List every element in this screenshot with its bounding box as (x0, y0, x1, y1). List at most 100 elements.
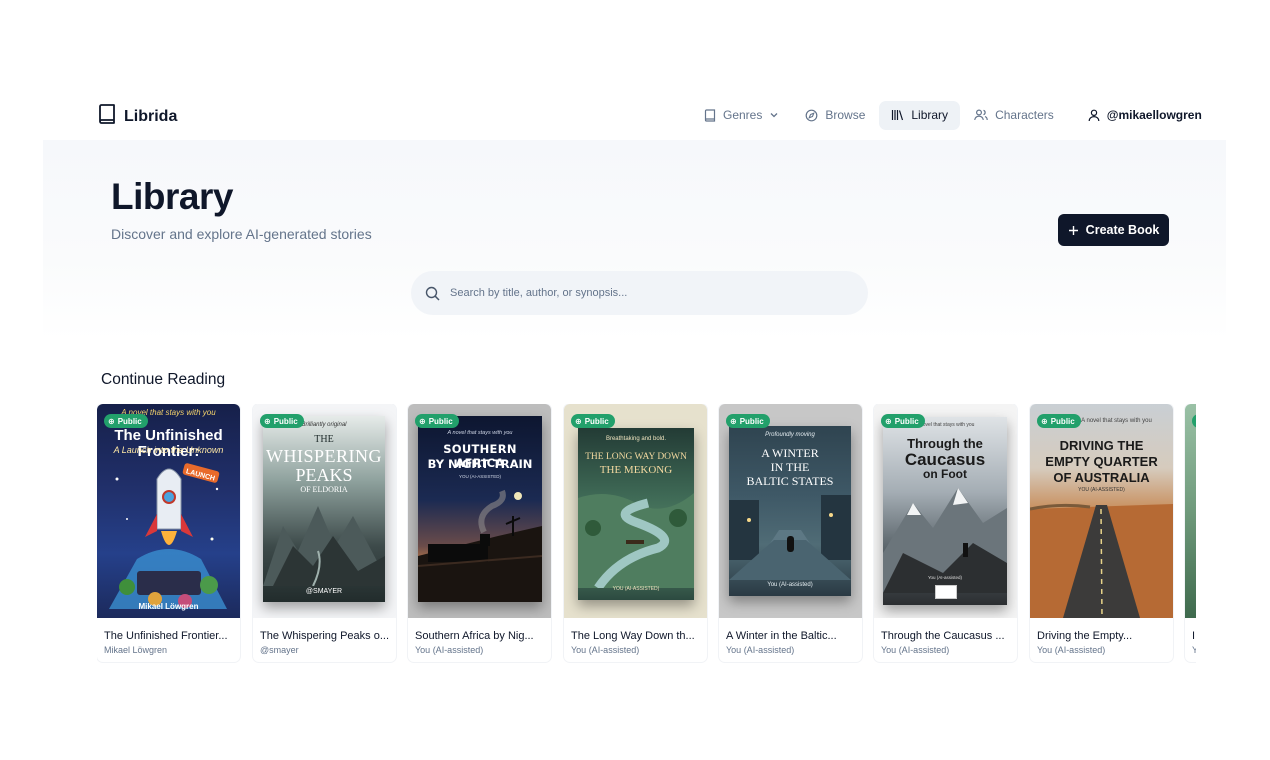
book-title: I (1192, 630, 1196, 642)
library-icon (892, 110, 904, 121)
cover-author: You (AI-assisted) (927, 575, 963, 580)
cover-quote: Breathtaking and bold. (605, 436, 667, 442)
book-cover: ⊕ Public A novel that stays with you Thro… (874, 404, 1017, 618)
create-book-button[interactable]: Create Book (1058, 214, 1169, 246)
book-card[interactable]: ⊕ Public A novel that stays with you The … (97, 404, 240, 662)
username: @mikaellowgren (1106, 108, 1202, 122)
plus-icon (1068, 225, 1078, 235)
nav-library[interactable]: Library (879, 100, 961, 130)
compass-icon (805, 109, 818, 121)
brand-logo[interactable]: Librida (98, 104, 177, 129)
book-cover: ⊕ Public A novel that stays with you DRIV… (1030, 404, 1173, 618)
book-cover: ⊕ Public Breathtaking and bold. THE LONG … (564, 404, 707, 618)
cover-author: You (AI-assisted) (767, 582, 813, 588)
cover-title-3: BALTIC STATES (746, 474, 834, 488)
public-badge: ⊕Public (260, 414, 304, 428)
public-badge: ⊕Public (726, 414, 770, 428)
nav-library-label: Library (911, 108, 949, 122)
cover-quote: A novel that stays with you (447, 430, 513, 436)
cover-title-2: THE MEKONG (599, 464, 673, 476)
book-card[interactable]: ⊕ Public A novel that stays with you SOUT… (408, 404, 551, 662)
nav-genres[interactable]: Genres (692, 101, 791, 130)
book-title: Southern Africa by Nig... (415, 630, 534, 642)
cover-author: YOU (AI-ASSISTED) (612, 586, 660, 592)
globe-icon: ⊕ (419, 416, 426, 426)
cover-title-1: Through the (907, 436, 983, 451)
barcode-icon (935, 585, 957, 599)
chevron-down-icon (770, 113, 778, 118)
globe-icon: ⊕ (730, 416, 737, 426)
book-cover: ⊕Public (1185, 404, 1196, 618)
book-icon (704, 108, 716, 122)
search-icon (425, 286, 440, 301)
book-title: The Unfinished Frontier... (104, 630, 228, 642)
cover-title-4: OF ELDORIA (300, 485, 348, 494)
user-icon (1088, 109, 1100, 121)
book-author: You (AI-assisted) (881, 645, 950, 655)
book-author: You (AI-assisted) (1037, 645, 1106, 655)
book-card[interactable]: ⊕ Public A novel that stays with you Thro… (874, 404, 1017, 662)
book-title: Driving the Empty... (1037, 630, 1133, 642)
book-cover: ⊕ Public A novel that stays with you The … (97, 404, 240, 618)
book-title: The Long Way Down th... (571, 630, 695, 642)
page-subtitle: Discover and explore AI-generated storie… (111, 226, 372, 242)
cover-title-2: WHISPERING (266, 446, 382, 466)
globe-icon: ⊕ (575, 416, 582, 426)
cover-title-2: IN THE (770, 460, 810, 474)
public-badge: ⊕Public (1192, 414, 1196, 428)
cover-title-2: BY NIGHT TRAIN (427, 457, 533, 471)
book-card[interactable]: ⊕ Public A novel that stays with you DRIV… (1030, 404, 1173, 662)
page-title: Library (111, 176, 233, 217)
public-badge: ⊕Public (571, 414, 615, 428)
nav-characters[interactable]: Characters (962, 101, 1066, 130)
top-header: Librida Genres Browse Library Characters… (0, 96, 1270, 136)
book-cover: ⊕ Public Brilliantly original THE WHISPER… (253, 404, 396, 618)
book-cover: ⊕ Public A novel that stays with you SOUT… (408, 404, 551, 618)
rocket-illustration: LAUNCH (109, 463, 227, 609)
street-illustration (729, 495, 851, 580)
book-card[interactable]: ⊕Public I Y (1185, 404, 1196, 662)
book-author: You (AI-assisted) (571, 645, 640, 655)
globe-icon: ⊕ (108, 416, 115, 426)
book-cover: ⊕ Public Profoundly moving A WINTER IN TH… (719, 404, 862, 618)
book-title: The Whispering Peaks o... (260, 630, 390, 642)
user-menu[interactable]: @mikaellowgren (1076, 101, 1214, 130)
book-card[interactable]: ⊕ Public Brilliantly original THE WHISPER… (253, 404, 396, 662)
nav-genres-label: Genres (723, 108, 763, 122)
continue-reading-heading: Continue Reading (101, 371, 226, 388)
search-bar[interactable] (411, 271, 868, 315)
train-illustration (418, 489, 542, 602)
continue-reading-shelf: ⊕ Public A novel that stays with you The … (97, 404, 1196, 666)
cover-title-2: EMPTY QUARTER (1045, 454, 1158, 469)
cover-title-1: A WINTER (761, 446, 819, 460)
nav-browse[interactable]: Browse (793, 101, 877, 130)
globe-icon: ⊕ (885, 416, 892, 426)
mountain-illustration (263, 506, 385, 586)
public-badge: ⊕Public (1037, 414, 1081, 428)
book-card[interactable]: ⊕ Public Breathtaking and bold. THE LONG … (564, 404, 707, 662)
book-author: You (AI-assisted) (415, 645, 484, 655)
book-icon (98, 104, 116, 129)
users-icon (974, 109, 988, 121)
book-card[interactable]: ⊕ Public Profoundly moving A WINTER IN TH… (719, 404, 862, 662)
public-badge: ⊕Public (104, 414, 148, 428)
cover-subtitle: A Launch into the Unknown (113, 445, 224, 455)
cover-quote: Profoundly moving (765, 432, 815, 438)
book-author: @smayer (260, 645, 299, 655)
cover-author: Mikael Löwgren (138, 602, 199, 611)
road-illustration (1030, 503, 1173, 618)
cover-author: YOU (AI-ASSISTED) (1078, 487, 1125, 493)
cover-author: @SMAYER (305, 588, 343, 595)
cover-title-1: THE (314, 434, 334, 445)
nav-browse-label: Browse (825, 108, 866, 122)
brand-name: Librida (124, 107, 178, 125)
cover-title-3: PEAKS (295, 465, 353, 485)
cover-title-3: on Foot (923, 467, 967, 481)
cover-title-1: THE LONG WAY DOWN (585, 452, 687, 462)
search-input[interactable] (448, 286, 842, 300)
book-author: Mikael Löwgren (104, 645, 168, 655)
book-title: Through the Caucasus ... (881, 630, 1005, 642)
globe-icon: ⊕ (264, 416, 271, 426)
hero-section: Library Discover and explore AI-generate… (43, 140, 1226, 340)
cover-title: The Unfinished Frontier: (114, 427, 223, 460)
